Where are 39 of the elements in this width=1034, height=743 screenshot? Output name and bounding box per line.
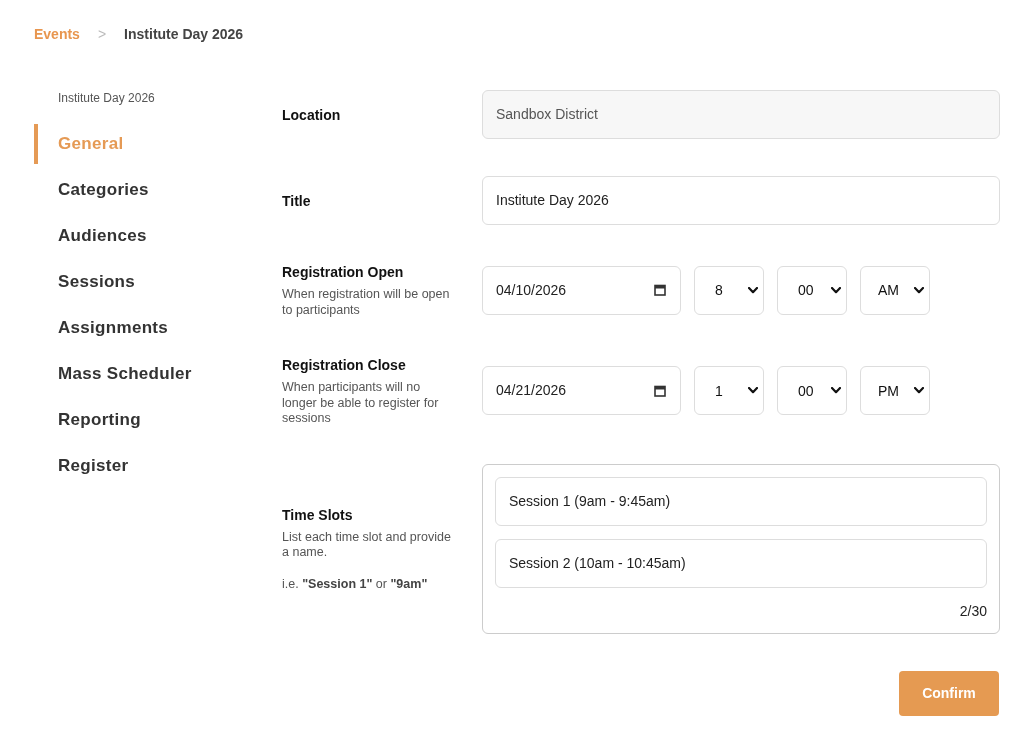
help-text: When registration will be open to participants	[282, 287, 451, 318]
sidebar-item[interactable]: Categories	[34, 170, 155, 210]
minute-dropdown[interactable]: 00	[777, 366, 847, 416]
hour-dropdown[interactable]: 8	[694, 265, 764, 315]
calendar-icon	[654, 384, 666, 397]
date-field[interactable]: 04/10/2026	[482, 265, 681, 315]
field-label: Location	[282, 105, 341, 125]
breadcrumb-separator: >	[97, 25, 107, 44]
minute-dropdown[interactable]: 00	[777, 265, 847, 315]
sidebar-title: Institute Day 2026	[58, 90, 155, 106]
example-text: i.e. "Session 1" or "9am"	[282, 576, 428, 593]
date-field[interactable]: 04/21/2026	[482, 366, 681, 416]
hour-dropdown[interactable]: 1	[694, 366, 764, 416]
calendar-icon	[654, 284, 666, 296]
text-field[interactable]: Institute Day 2026	[482, 176, 1000, 225]
field-label: Title	[282, 191, 311, 211]
chevron-down-icon	[831, 387, 841, 395]
help-text: When participants will no longer be able to register for sessions	[282, 380, 440, 427]
sidebar-item[interactable]: Sessions	[34, 262, 142, 302]
chevron-down-icon	[748, 387, 758, 395]
chevron-down-icon	[914, 286, 924, 294]
sidebar-item[interactable]: Reporting	[34, 400, 147, 440]
chevron-down-icon	[914, 387, 924, 395]
sidebar-item[interactable]: Audiences	[34, 216, 153, 256]
field-label: Time Slots	[282, 505, 353, 525]
chevron-down-icon	[831, 286, 841, 294]
sidebar-item[interactable]: Assignments	[34, 308, 175, 348]
period-dropdown[interactable]: PM	[860, 366, 930, 416]
chevron-down-icon	[748, 286, 758, 294]
slot-counter: 2/30	[959, 601, 987, 620]
sidebar-item[interactable]: Register	[34, 446, 135, 486]
sidebar-item[interactable]: Mass Scheduler	[34, 354, 198, 394]
period-dropdown[interactable]: AM	[860, 265, 930, 315]
field-label: Registration Open	[282, 263, 404, 282]
time-slot-field[interactable]: Session 2 (10am - 10:45am)	[495, 538, 987, 588]
breadcrumb-current-page: Institute Day 2026	[124, 25, 244, 44]
help-text: List each time slot and provide a name.	[282, 529, 452, 561]
field-label: Registration Close	[282, 356, 406, 375]
time-slot-field[interactable]: Session 1 (9am - 9:45am)	[495, 476, 987, 526]
